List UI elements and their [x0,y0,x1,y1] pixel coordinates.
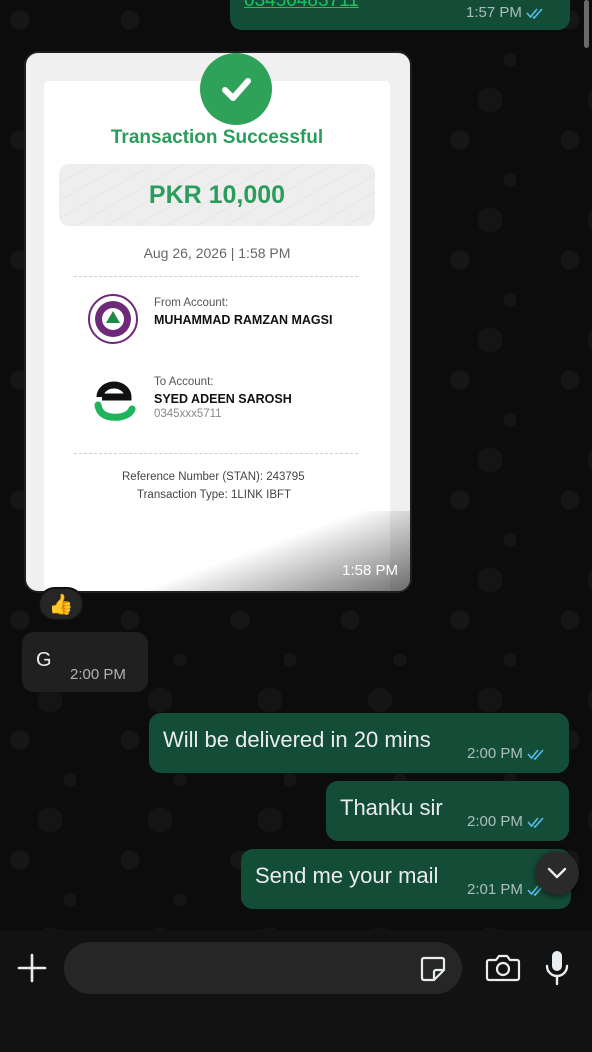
check-icon [200,53,272,125]
thumbs-up-emoji: 👍 [48,593,74,616]
to-account-number: 0345xxx5711 [154,408,222,420]
read-ticks-icon [527,748,544,760]
reaction-badge[interactable]: 👍 [38,587,84,621]
from-account-label: From Account: [154,297,229,309]
message-time: 1:57 PM [466,4,522,21]
sticker-icon[interactable] [418,954,448,984]
receipt-amount: PKR 10,000 [148,180,286,209]
receipt-title: Transaction Successful [110,127,324,148]
camera-icon[interactable] [485,952,521,984]
meezan-bank-logo [88,294,138,344]
divider [74,276,358,277]
message-bubble-outgoing-partial[interactable]: 03450483711 1:57 PM [230,0,570,30]
scrollbar[interactable] [584,0,589,48]
message-time: 2:00 PM [70,666,126,683]
composer-bar [0,930,592,1052]
attach-button[interactable] [14,950,50,986]
message-bubble-incoming[interactable]: G 2:00 PM [22,632,148,692]
read-ticks-icon [526,7,543,19]
image-message[interactable]: Transaction Successful PKR 10,000 Aug 26… [26,53,410,591]
message-meta: 2:00 PM [70,666,126,683]
message-bubble-outgoing[interactable]: Will be delivered in 20 mins 2:00 PM [149,713,569,773]
message-meta: 2:01 PM [467,881,547,898]
plus-icon [17,953,47,983]
message-text: Send me your mail [255,863,439,888]
message-meta: 1:57 PM [466,4,546,21]
message-input[interactable] [64,942,462,994]
message-bubble-outgoing[interactable]: Thanku sir 2:00 PM [326,781,569,841]
message-bubble-outgoing[interactable]: Send me your mail 2:01 PM [241,849,571,909]
divider [74,453,358,454]
mic-icon[interactable] [542,949,572,987]
scroll-to-bottom-button[interactable] [535,851,579,895]
chat-background: 03450483711 1:57 PM Transaction Successf… [0,0,592,930]
easypaisa-logo [94,381,136,421]
transaction-type: Transaction Type: 1LINK IBFT [137,489,292,501]
amount-box: PKR 10,000 [59,164,375,226]
reference-number: Reference Number (STAN): 243795 [122,471,305,483]
message-time: 2:01 PM [467,881,523,898]
message-time: 2:00 PM [467,813,523,830]
message-meta: 2:00 PM [467,745,547,762]
message-text: Will be delivered in 20 mins [163,727,431,752]
message-time: 1:58 PM [342,562,398,579]
receipt-date: Aug 26, 2026 | 1:58 PM [143,245,291,261]
to-account-name: SYED ADEEN SAROSH [154,392,292,406]
message-meta: 2:00 PM [467,813,547,830]
image-overlay [26,511,410,591]
message-text: Thanku sir [340,795,443,820]
chevron-down-icon [547,867,567,879]
phone-number-link[interactable]: 03450483711 [244,0,359,12]
to-account-label: To Account: [154,376,214,388]
message-time: 2:00 PM [467,745,523,762]
read-ticks-icon [527,816,544,828]
message-text: G [36,649,52,671]
from-account-name: MUHAMMAD RAMZAN MAGSI [154,313,333,327]
